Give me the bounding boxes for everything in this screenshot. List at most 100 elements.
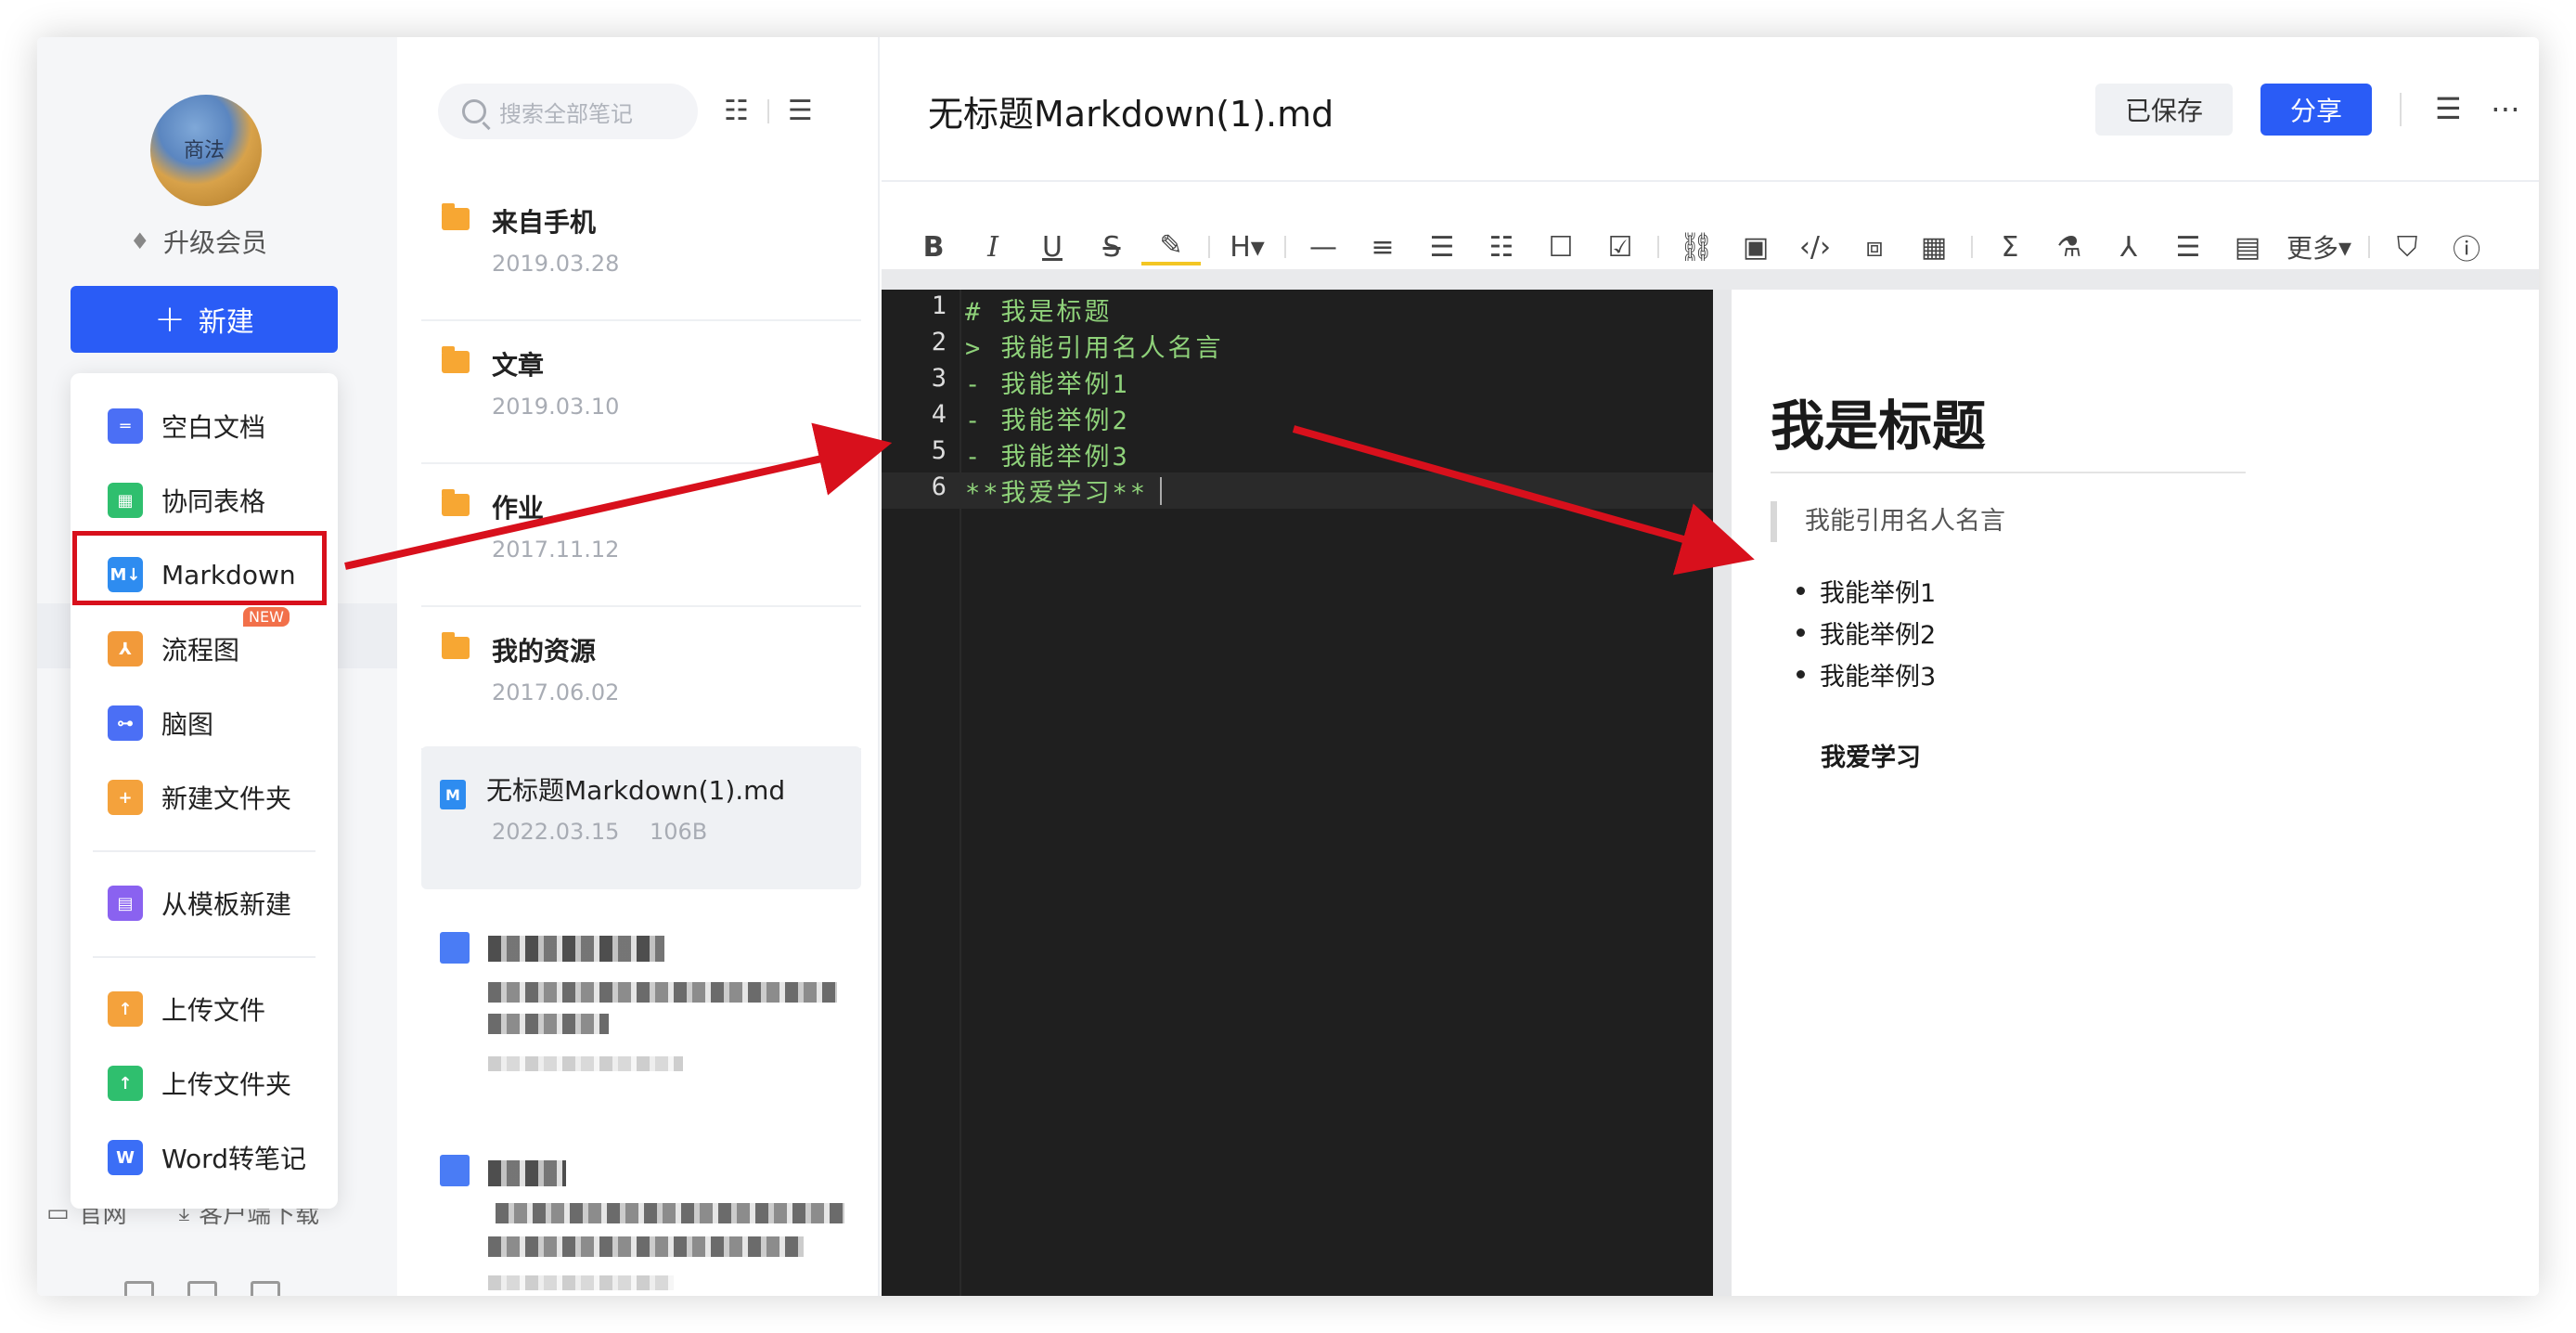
upgrade-membership-link[interactable]: ♦ 升级会员 — [130, 223, 267, 260]
note-list-panel: 搜索全部笔记 ☷ ☰ 来自手机 2019.03.28 文章 2019.03.10… — [397, 37, 880, 1296]
menu-item-blank-doc[interactable]: ═ 空白文档 — [71, 394, 338, 459]
outline-search-icon[interactable]: ☰ — [2435, 91, 2462, 126]
list-item-text: 我能举例3 — [1820, 663, 1937, 692]
menu-item-from-template[interactable]: ▤ 从模板新建 — [71, 871, 338, 936]
help-icon[interactable]: ⓘ — [2437, 219, 2496, 275]
folder-date: 2019.03.28 — [492, 251, 620, 277]
line-text: # 我是标题 — [965, 298, 1113, 327]
search-icon — [462, 99, 486, 123]
blockquote-icon[interactable]: ≡ — [1353, 219, 1412, 275]
more-icon[interactable]: ⋯ — [2491, 91, 2520, 126]
menu-item-word-to-note[interactable]: W Word转笔记 — [71, 1125, 338, 1190]
toolbar-divider — [1657, 236, 1659, 258]
redacted-text — [488, 936, 664, 962]
bold-icon[interactable]: B — [904, 219, 963, 275]
document-icon — [440, 932, 470, 964]
document-title[interactable]: 无标题Markdown(1).md — [928, 85, 1333, 136]
checkbox-icon[interactable]: ☐ — [1531, 219, 1591, 275]
bullet-icon — [1797, 628, 1805, 637]
view-mode-icon[interactable] — [251, 1281, 280, 1296]
line-number: 3 — [931, 364, 947, 393]
view-mode-icon[interactable] — [124, 1281, 154, 1296]
bullet-list-icon[interactable]: ☰ — [1412, 219, 1472, 275]
list-view-icon[interactable]: ☷ — [724, 95, 749, 127]
toolbar-divider — [2368, 236, 2371, 258]
list-item: 我能举例3 — [1797, 654, 1936, 695]
link-icon[interactable]: ⛓ — [1667, 219, 1726, 275]
preview-list: 我能举例1 我能举例2 我能举例3 — [1797, 570, 1936, 695]
formula-icon[interactable]: Σ — [1980, 219, 2040, 275]
document-icon: ═ — [108, 408, 143, 444]
line-text: - 我能举例2 — [965, 407, 1130, 435]
markdown-source-pane[interactable]: 1 # 我是标题 2 > 我能引用名人名言 3 - 我能举例1 4 - 我能举例2 5-… — [882, 290, 1713, 1296]
redacted-text — [488, 1275, 674, 1290]
strikethrough-icon[interactable]: S — [1082, 219, 1141, 275]
folder-date: 2017.06.02 — [492, 679, 620, 705]
flowchart-icon: ⅄ — [108, 631, 143, 666]
menu-item-upload-file[interactable]: ↑ 上传文件 — [71, 977, 338, 1042]
underline-icon[interactable]: U — [1023, 219, 1082, 275]
blurred-note-item[interactable] — [421, 1132, 861, 1296]
flask-icon[interactable]: ⚗ — [2040, 219, 2099, 275]
upload-folder-icon: ↑ — [108, 1066, 143, 1101]
sort-icon[interactable]: ☰ — [788, 95, 813, 127]
sidebar: 商法 ♦ 升级会员 + 新建 ▭ 官网 ⤓ 客户端下载 ═ 空白文档 ▦ 协同表… — [37, 37, 397, 1296]
list-item: 我能举例2 — [1797, 612, 1936, 654]
search-input[interactable]: 搜索全部笔记 — [438, 84, 698, 139]
preview-heading: 我是标题 — [1771, 395, 1987, 458]
new-button[interactable]: + 新建 — [71, 286, 338, 353]
code-line: 4 - 我能举例2 — [882, 400, 1713, 436]
code-line: 5 - 我能举例3 — [882, 436, 1713, 472]
app-window: 商法 ♦ 升级会员 + 新建 ▭ 官网 ⤓ 客户端下载 ═ 空白文档 ▦ 协同表… — [37, 37, 2539, 1296]
menu-item-label: 协同表格 — [161, 486, 266, 517]
table-icon: ▦ — [108, 483, 143, 518]
avatar[interactable]: 商法 — [150, 95, 262, 206]
code-block-icon[interactable]: ⧈ — [1845, 219, 1904, 275]
italic-icon[interactable]: I — [963, 219, 1023, 275]
menu-item-flowchart[interactable]: ⅄ 流程图 NEW — [71, 607, 338, 681]
image-icon[interactable]: ▣ — [1726, 219, 1785, 275]
list-item-text: 我能举例1 — [1820, 579, 1937, 608]
menu-item-label: 从模板新建 — [161, 889, 292, 920]
text-cursor — [1156, 477, 1162, 505]
numbered-list-icon[interactable]: ☷ — [1472, 219, 1531, 275]
formatting-toolbar: B I U S ✎ H▾ — ≡ ☰ ☷ ☐ ☑ ⛓ ▣ ‹/› ⧈ ▦ Σ ⚗… — [904, 219, 2496, 275]
more-dropdown[interactable]: 更多 ▾ — [2277, 219, 2361, 275]
redacted-text — [488, 982, 837, 1003]
highlight-icon[interactable]: ✎ — [1141, 228, 1201, 265]
folder-title: 来自手机 — [492, 207, 597, 238]
folder-item[interactable]: 我的资源 2017.06.02 — [421, 607, 861, 750]
menu-item-collab-table[interactable]: ▦ 协同表格 — [71, 468, 338, 533]
view-mode-icon[interactable] — [187, 1281, 217, 1296]
menu-item-new-folder[interactable]: + 新建文件夹 — [71, 765, 338, 830]
menu-item-mindmap[interactable]: ⊶ 脑图 — [71, 691, 338, 756]
heading-icon[interactable]: H▾ — [1217, 219, 1277, 275]
active-note-item[interactable]: M 无标题Markdown(1).md 2022.03.15 106B — [421, 746, 861, 889]
note-date: 2022.03.15 — [492, 819, 620, 845]
search-placeholder: 搜索全部笔记 — [499, 100, 633, 127]
pane-divider[interactable] — [1713, 290, 1732, 1296]
header-divider-line — [882, 180, 2539, 182]
document-icon[interactable]: ▤ — [2218, 219, 2277, 275]
diagram-icon[interactable]: ⅄ — [2099, 219, 2158, 275]
menu-item-label: 空白文档 — [161, 412, 266, 443]
preview-bold-text: 我爱学习 — [1821, 744, 1921, 772]
table-icon[interactable]: ▦ — [1904, 219, 1964, 275]
folder-item[interactable]: 来自手机 2019.03.28 — [421, 178, 861, 321]
folder-item[interactable]: 文章 2019.03.10 — [421, 321, 861, 464]
list-item-text: 我能举例2 — [1820, 621, 1937, 650]
code-line: 2 > 我能引用名人名言 — [882, 328, 1713, 364]
folder-title: 作业 — [492, 493, 545, 524]
folder-item[interactable]: 作业 2017.11.12 — [421, 464, 861, 607]
code-icon[interactable]: ‹/› — [1785, 219, 1845, 275]
task-list-icon[interactable]: ☑ — [1591, 219, 1650, 275]
menu-item-upload-folder[interactable]: ↑ 上传文件夹 — [71, 1051, 338, 1116]
line-text: - 我能举例3 — [965, 443, 1130, 472]
horizontal-rule-icon[interactable]: — — [1294, 219, 1353, 275]
blurred-note-item[interactable] — [421, 910, 861, 1114]
theme-shirt-icon[interactable]: ⛉ — [2377, 219, 2437, 275]
saved-status-button[interactable]: 已保存 — [2095, 84, 2233, 136]
toc-icon[interactable]: ☰ — [2158, 219, 2218, 275]
menu-divider — [93, 850, 316, 852]
share-button[interactable]: 分享 — [2260, 84, 2372, 136]
